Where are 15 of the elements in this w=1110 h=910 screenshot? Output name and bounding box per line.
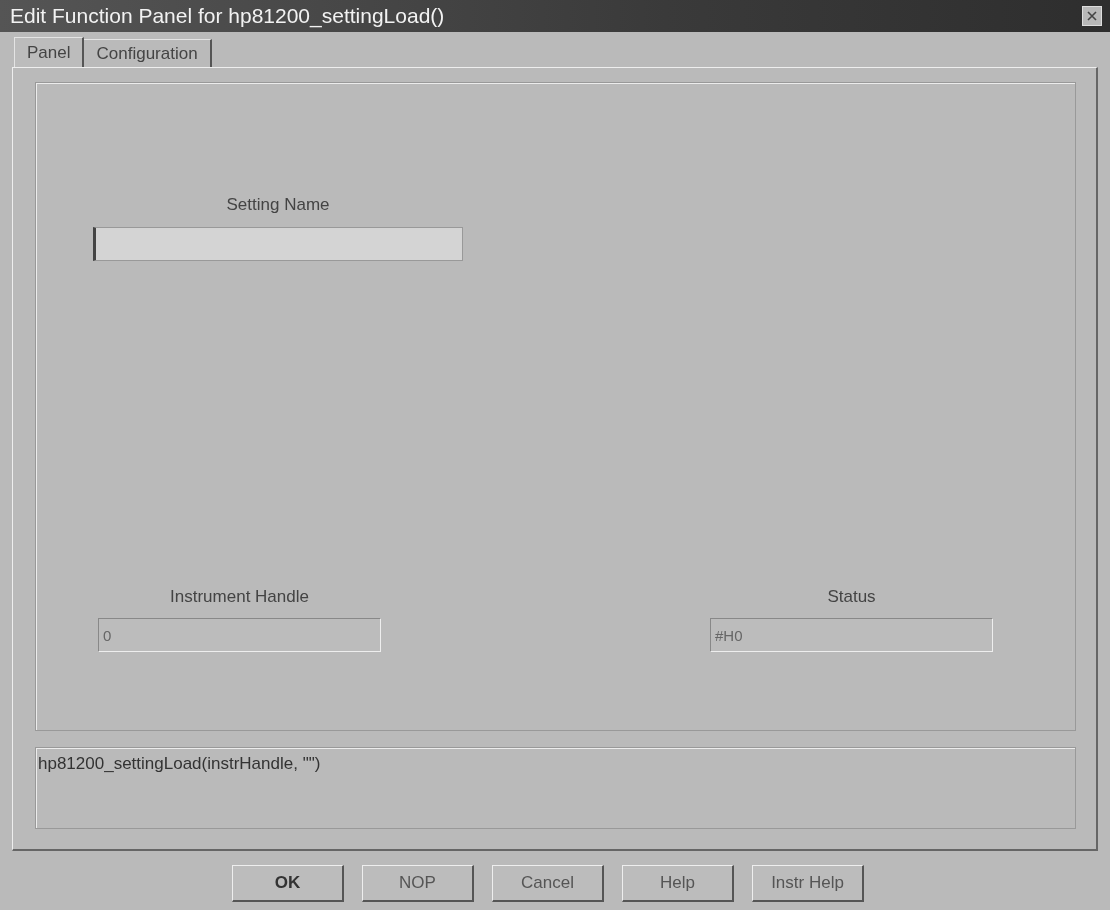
close-button[interactable] [1082, 6, 1102, 26]
setting-name-field[interactable] [93, 227, 463, 261]
close-icon [1086, 10, 1098, 22]
dialog-button[interactable]: Help [622, 865, 734, 902]
dialog-button[interactable]: Cancel [492, 865, 604, 902]
dialog-button[interactable]: Instr Help [752, 865, 864, 902]
function-call-text: hp81200_settingLoad(instrHandle, "") [38, 754, 321, 773]
tab[interactable]: Configuration [84, 39, 212, 67]
field-label: Setting Name [226, 195, 330, 215]
window-title: Edit Function Panel for hp81200_settingLoad() [10, 4, 445, 28]
dialog-button[interactable]: NOP [362, 865, 474, 902]
tab[interactable]: Panel [14, 37, 85, 67]
field-label: Status [827, 587, 876, 607]
field-label: Instrument Handle [170, 587, 309, 607]
dialog-button[interactable]: OK [232, 865, 344, 902]
